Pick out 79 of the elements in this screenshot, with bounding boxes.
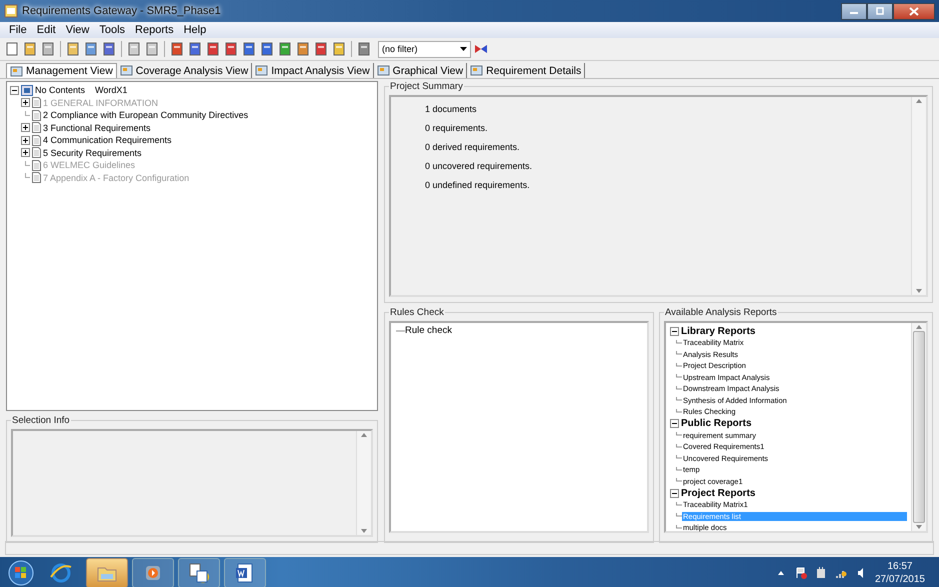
- close-icon: [909, 6, 919, 16]
- summary-line: 0 derived requirements.: [425, 142, 520, 152]
- menu-item[interactable]: Edit: [32, 24, 61, 36]
- new-page-icon[interactable]: [4, 41, 20, 57]
- scroll-up-icon[interactable]: [916, 325, 922, 329]
- scroll-bar[interactable]: [356, 431, 371, 535]
- panel-title: Selection Info: [11, 415, 71, 426]
- document-name: WordX1: [95, 85, 128, 96]
- page-icon: [32, 97, 41, 108]
- panel-title: Rules Check: [389, 307, 445, 318]
- menu-item[interactable]: Tools: [94, 24, 130, 36]
- report-group[interactable]: Public Reports: [681, 418, 752, 429]
- taskbar-button[interactable]: [86, 558, 128, 587]
- scroll-up-icon[interactable]: [916, 99, 922, 103]
- page-icon: [32, 122, 41, 134]
- page-icon: [32, 172, 41, 184]
- close-button[interactable]: [893, 2, 935, 20]
- summary-line: 0 undefined requirements.: [425, 180, 530, 190]
- report-group[interactable]: Project Reports: [681, 488, 756, 498]
- panel-title: Available Analysis Reports: [664, 307, 778, 318]
- panel-title: Project Summary: [389, 81, 464, 92]
- view-tab[interactable]: Coverage Analysis View: [116, 63, 252, 78]
- collapse-icon[interactable]: [670, 326, 679, 336]
- window-icon: [376, 65, 390, 76]
- tree-item[interactable]: 5 Security Requirements: [43, 148, 142, 158]
- window-title: Requirements Gateway - SMR5_Phase1: [22, 5, 221, 17]
- summary-line: 0 uncovered requirements.: [425, 160, 532, 170]
- window-icon: [470, 65, 484, 76]
- view-tab[interactable]: Impact Analysis View: [252, 63, 374, 78]
- menu-item[interactable]: Reports: [130, 24, 179, 36]
- window-icon: [255, 65, 268, 76]
- menu-item[interactable]: View: [60, 24, 94, 36]
- menu-item[interactable]: Help: [178, 24, 212, 36]
- summary-line: 0 requirements.: [425, 122, 488, 132]
- plug-icon[interactable]: [814, 566, 827, 578]
- tree-item[interactable]: 3 Functional Requirements: [43, 122, 151, 133]
- expand-icon[interactable]: [21, 148, 30, 158]
- collapse-icon[interactable]: [670, 488, 679, 498]
- report-group[interactable]: Library Reports: [681, 326, 756, 336]
- page-icon: [32, 110, 41, 121]
- view-tab[interactable]: Management View: [6, 63, 117, 78]
- scroll-up-icon[interactable]: [361, 433, 367, 437]
- scroll-down-icon[interactable]: [361, 529, 367, 533]
- tree-item[interactable]: 2 Compliance with European Community Directives: [43, 110, 248, 120]
- taskbar-button[interactable]: [224, 558, 266, 587]
- maximize-button[interactable]: [867, 2, 893, 20]
- tree-item[interactable]: No Contents: [35, 85, 86, 96]
- expand-icon[interactable]: [21, 136, 30, 145]
- view-tab[interactable]: Graphical View: [374, 63, 468, 78]
- page-icon: [32, 134, 41, 146]
- summary-line: 1 documents: [425, 104, 477, 114]
- page-icon: [32, 147, 41, 158]
- scroll-bar[interactable]: [911, 323, 926, 531]
- flag-icon[interactable]: [794, 566, 807, 578]
- tree-item[interactable]: Rule check: [405, 325, 452, 336]
- filter-dropdown[interactable]: (no filter): [378, 40, 471, 58]
- taskbar-button[interactable]: [178, 558, 220, 587]
- scroll-bar[interactable]: [911, 97, 926, 295]
- collapse-icon[interactable]: [10, 86, 19, 95]
- tree-connector: [395, 328, 405, 334]
- page-icon: [32, 160, 41, 171]
- window-icon: [10, 66, 23, 76]
- expand-icon[interactable]: [21, 123, 30, 132]
- maximize-icon: [875, 7, 885, 15]
- menu-item[interactable]: File: [4, 24, 32, 36]
- app-icon: [4, 4, 18, 18]
- globe-icon: [49, 560, 73, 584]
- caret-icon: [460, 47, 467, 51]
- start-button[interactable]: [6, 558, 36, 586]
- minimize-button[interactable]: [841, 2, 867, 20]
- document-icon: [21, 84, 33, 96]
- tree-item[interactable]: 4 Communication Requirements: [43, 135, 172, 146]
- documents-icon: [187, 560, 211, 584]
- view-tab[interactable]: Requirement Details: [467, 63, 586, 78]
- window-icon: [120, 65, 133, 76]
- scroll-down-icon[interactable]: [916, 525, 922, 529]
- scroll-down-icon[interactable]: [916, 289, 922, 293]
- collapse-icon[interactable]: [670, 419, 679, 428]
- clock[interactable]: 16:57 27/07/2015: [874, 560, 925, 586]
